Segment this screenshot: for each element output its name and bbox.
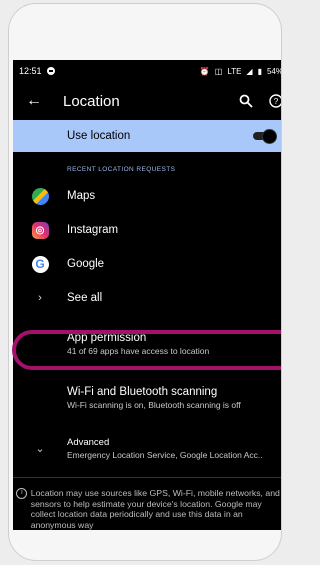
recent-app-google[interactable]: G Google	[13, 247, 281, 281]
scanning-title: Wi-Fi and Bluetooth scanning	[67, 386, 218, 398]
recent-app-maps[interactable]: Maps	[13, 179, 281, 213]
instagram-icon: ◎	[31, 221, 49, 239]
app-permission-summary: 41 of 69 apps have access to location	[67, 346, 210, 356]
signal-icon: ◢	[246, 66, 253, 76]
chevron-right-icon: ›	[38, 292, 42, 304]
network-label: LTE	[227, 66, 242, 76]
battery-level: 54%	[266, 66, 282, 76]
phone-frame: 12:51 ⏰ ◫ LTE ◢ ▮ 54% ← Location ? Use l…	[8, 3, 282, 561]
advanced-title: Advanced	[67, 436, 110, 448]
google-icon: G	[31, 255, 49, 273]
page-title: Location	[63, 92, 120, 110]
see-all-label: See all	[67, 292, 103, 304]
advanced-row[interactable]: ⌄ Advanced Emergency Location Service, G…	[13, 425, 281, 471]
recent-app-instagram[interactable]: ◎ Instagram	[13, 213, 281, 247]
status-bar: 12:51 ⏰ ◫ LTE ◢ ▮ 54%	[13, 60, 282, 82]
recent-app-label: Google	[67, 258, 105, 270]
battery-icon: ▮	[257, 66, 262, 76]
vibrate-icon: ◫	[214, 66, 223, 76]
search-icon[interactable]	[239, 94, 253, 108]
chevron-down-icon: ⌄	[35, 442, 45, 455]
help-icon[interactable]: ?	[269, 94, 281, 108]
svg-text:?: ?	[274, 97, 279, 106]
recent-app-label: Maps	[67, 190, 96, 202]
alarm-icon: ⏰	[199, 66, 210, 76]
toolbar: ← Location ?	[13, 82, 281, 120]
recent-requests-header: RECENT LOCATION REQUESTS	[67, 166, 176, 173]
scanning-summary: Wi-Fi scanning is on, Bluetooth scanning…	[67, 400, 241, 410]
recent-app-label: Instagram	[67, 224, 119, 236]
use-location-toggle[interactable]	[253, 129, 277, 144]
maps-icon	[31, 187, 49, 205]
arrow-back-icon[interactable]: ←	[19, 92, 49, 110]
use-location-label: Use location	[67, 130, 131, 142]
app-permission-row[interactable]: App permission 41 of 69 apps have access…	[13, 321, 281, 367]
scanning-row[interactable]: Wi-Fi and Bluetooth scanning Wi-Fi scann…	[13, 375, 281, 421]
use-location-row[interactable]: Use location	[13, 120, 281, 152]
status-time: 12:51	[19, 66, 42, 76]
notification-icon	[46, 67, 55, 75]
app-permission-title: App permission	[67, 332, 147, 344]
info-text: Location may use sources like GPS, Wi-Fi…	[30, 488, 280, 530]
info-icon: i	[16, 488, 28, 499]
screen: 12:51 ⏰ ◫ LTE ◢ ▮ 54% ← Location ? Use l…	[13, 60, 282, 530]
advanced-summary: Emergency Location Service, Google Locat…	[67, 449, 263, 460]
see-all-row[interactable]: › See all	[13, 281, 281, 315]
location-info: i Location may use sources like GPS, Wi-…	[13, 478, 281, 530]
